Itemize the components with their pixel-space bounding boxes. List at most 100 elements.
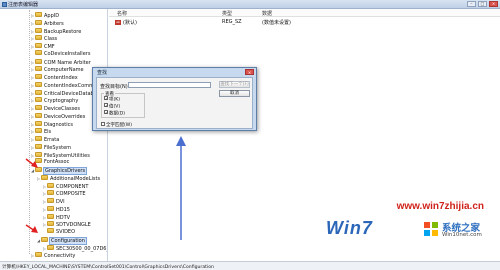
value-row[interactable]: ab (默认) REG_SZ (数值未设置) [109, 19, 500, 26]
tree-item-label: HD15 [56, 206, 70, 213]
tree-item[interactable]: SVIDEO [42, 228, 76, 236]
find-what-label: 查找目标(N): [100, 84, 130, 90]
tree-item-label: FileSystemUtilities [44, 152, 90, 159]
regedit-app-icon [2, 2, 7, 7]
checkbox-match-whole[interactable] [101, 121, 105, 126]
find-next-button[interactable]: 查找下一个(F) [219, 81, 250, 88]
minimize-button[interactable]: – [467, 1, 476, 7]
folder-icon [35, 136, 42, 141]
tree-item-label: FileSystem [44, 144, 72, 151]
checkbox-data[interactable]: ✓ [104, 110, 108, 115]
brand-badge: 系统之家 Win10net.com [420, 218, 498, 242]
folder-icon [35, 158, 42, 164]
tree-item-label: COMPONENT [56, 183, 89, 190]
tree-item-label: Els [44, 129, 52, 136]
find-dialog-body: 查找目标(N): 查找下一个(F) 取消 查看 ✓项(K) ✓值(V) ✓数据(… [96, 77, 253, 129]
tree-item-label: Cryptography [44, 98, 79, 105]
tree-item-label: DeviceClasses [44, 106, 80, 112]
folder-icon [35, 58, 42, 64]
find-what-input[interactable] [128, 82, 211, 88]
tree-item[interactable]: ▷ DeviceClasses [30, 105, 80, 112]
tree-item[interactable]: ▷ CMF [30, 43, 55, 50]
folder-icon [35, 43, 42, 48]
maximize-button[interactable]: □ [478, 1, 487, 7]
checkbox-values[interactable]: ✓ [104, 103, 108, 108]
tree-item-label: DVI [56, 199, 65, 205]
tree-item[interactable]: ▷ COMPONENT [42, 182, 89, 190]
tree-item-label: HDTV [56, 214, 71, 221]
tree-item[interactable]: ▷ ComputerName [30, 66, 84, 73]
tree-item[interactable]: ▷ AppID [30, 12, 59, 19]
folder-icon [35, 66, 42, 72]
tree-item[interactable]: ▷ AdditionalModeLists [36, 174, 101, 182]
tree-item[interactable]: ▷ Els [30, 128, 51, 135]
option-values[interactable]: ✓值(V) [104, 103, 121, 110]
tree-item[interactable]: ▷SEC30500_00_07D6_C7^ [42, 244, 107, 252]
folder-icon [35, 35, 42, 41]
tree-item[interactable]: ▷ ContentIndex [30, 74, 78, 81]
folder-icon [35, 74, 42, 79]
brand-name-en: Win10net.com [442, 232, 482, 238]
tree-item[interactable]: ◢ Configuration [36, 236, 87, 245]
tree-item-label: GraphicsDrivers [42, 167, 88, 175]
tree-item-label: SDTVDONGLE [56, 222, 91, 229]
tree-item[interactable]: ▷ HD15 [42, 205, 70, 213]
tree-item[interactable]: ▷ BackupRestore [30, 27, 81, 35]
tree-item[interactable]: ▷ HDTV [42, 213, 71, 221]
value-type: REG_SZ [222, 19, 242, 25]
folder-icon [35, 112, 42, 118]
registry-key-tree[interactable]: ▷ AppID ▷ Arbiters ▷ BackupRestore ▷ Class ▷ CMF C… [0, 9, 108, 261]
folder-icon [47, 213, 54, 219]
tree-item[interactable]: ▷ Diagnostics [30, 120, 74, 128]
folder-icon [35, 143, 42, 149]
tree-item-label: AdditionalModeLists [50, 175, 101, 182]
tree-item-label: CoDeviceInstallers [44, 50, 91, 57]
column-data-header[interactable]: 数据 [262, 10, 272, 17]
tree-item-label: DeviceOverrides [44, 113, 86, 120]
look-at-group: 查看 ✓项(K) ✓值(V) ✓数据(D) [101, 91, 145, 118]
tree-item[interactable]: ▷ Cryptography [30, 97, 78, 104]
checkbox-keys[interactable]: ✓ [104, 96, 108, 101]
values-column-header: 名称 类型 数据 [109, 9, 500, 17]
folder-icon [35, 19, 42, 25]
cancel-button[interactable]: 取消 [219, 90, 250, 97]
status-bar: 计算机\HKEY_LOCAL_MACHINE\SYSTEM\ControlSet… [0, 261, 500, 270]
option-data[interactable]: ✓数据(D) [104, 110, 125, 117]
value-data: (数值未设置) [262, 20, 291, 26]
tree-item[interactable]: ▷ FileSystem [30, 143, 72, 151]
column-type-header[interactable]: 类型 [222, 10, 232, 17]
tree-item[interactable]: ▷ Errata [30, 136, 59, 143]
option-values-label: 值(V) [109, 104, 121, 110]
close-button[interactable]: × [489, 1, 498, 7]
folder-icon [35, 12, 42, 17]
tree-item[interactable]: ◢ GraphicsDrivers [30, 167, 88, 175]
site-watermark: www.win7zhijia.cn [396, 201, 484, 212]
folder-icon [35, 252, 42, 258]
tree-item-label: COM Name Arbiter [44, 59, 91, 66]
tree-item[interactable]: CoDeviceInstallers [30, 49, 91, 58]
tree-item-label: AppID [44, 13, 60, 19]
tree-item-label: SVIDEO [56, 229, 76, 235]
tree-item[interactable]: ▷ DVI [42, 198, 65, 205]
window-titlebar: 注册表编辑器 – □ × [0, 0, 500, 9]
tree-item[interactable]: ▷ ContentIndexCommon [30, 81, 100, 89]
tree-item[interactable]: ▷ Connectivity [30, 252, 75, 259]
tree-item-label: SEC30500_00_07D6_C7^ [56, 245, 107, 252]
tree-item-label: Diagnostics [44, 121, 74, 128]
tree-item[interactable]: ▷ Class [30, 35, 57, 42]
option-keys[interactable]: ✓项(K) [104, 96, 120, 103]
tree-item[interactable]: FontAssoc [30, 158, 69, 166]
column-name-header[interactable]: 名称 [117, 10, 127, 17]
window-title: 注册表编辑器 [8, 2, 39, 8]
tree-item-label: ComputerName [44, 67, 84, 74]
folder-icon [35, 89, 42, 95]
tree-item[interactable]: ▷ Arbiters [30, 19, 64, 27]
dialog-close-button[interactable]: × [245, 69, 254, 75]
tree-item[interactable]: ▷ COM Name Arbiter [30, 58, 91, 66]
tree-item[interactable]: ▷ COMPOSITE [42, 190, 86, 197]
option-match-whole[interactable]: 全字匹配(W) [101, 121, 132, 128]
tree-item-label: Errata [44, 137, 60, 143]
folder-icon [35, 27, 42, 33]
tree-item[interactable]: ▷ DeviceOverrides [30, 112, 86, 120]
folder-icon [41, 174, 48, 180]
